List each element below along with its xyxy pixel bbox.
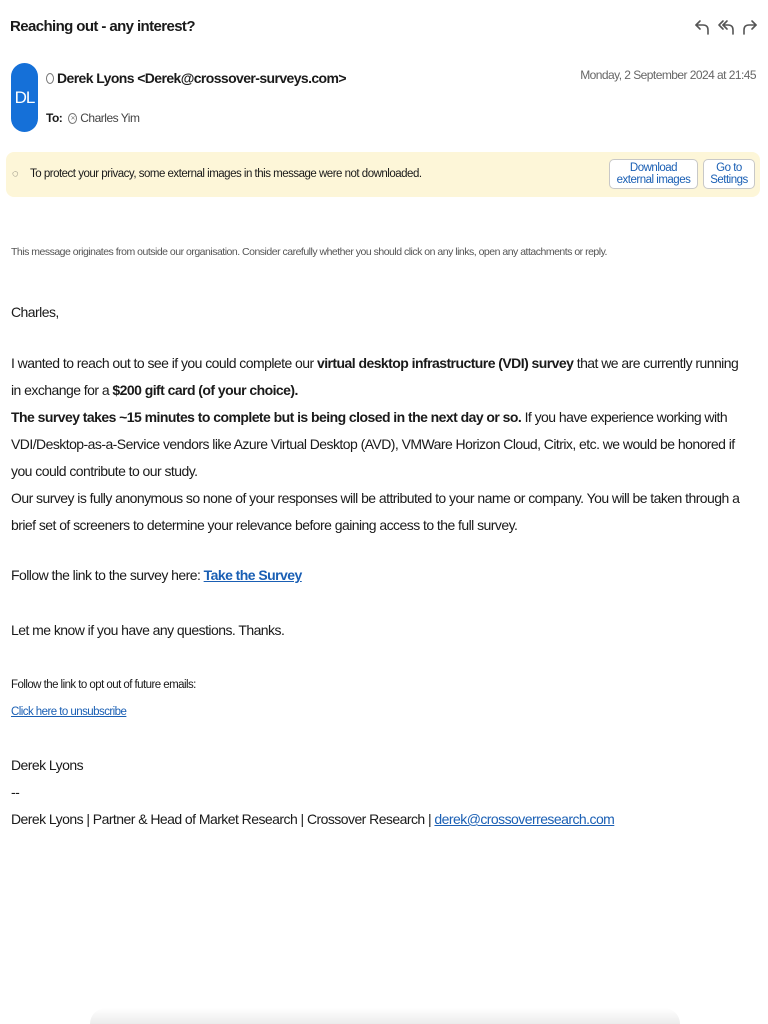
signature-email-link[interactable]: derek@crossoverresearch.com — [434, 811, 614, 827]
privacy-banner: ◌ To protect your privacy, some external… — [6, 152, 760, 197]
optout-text: Follow the link to opt out of future ema… — [11, 679, 196, 691]
signature-separator: -- — [11, 784, 20, 800]
signature-line: Derek Lyons | Partner & Head of Market R… — [11, 811, 615, 827]
paragraph-timing: The survey takes ~15 minutes to complete… — [11, 409, 735, 479]
reply-all-icon — [718, 20, 734, 35]
external-disclaimer: This message originates from outside our… — [11, 246, 607, 258]
recipient-chip[interactable]: ✕ Charles Yim — [68, 111, 140, 125]
sender-line[interactable]: Derek Lyons <Derek@crossover-surveys.com… — [46, 70, 347, 86]
download-external-images-button[interactable]: Download external images — [609, 159, 698, 189]
paragraph-questions: Let me know if you have any questions. T… — [11, 622, 285, 638]
recipient-line: To: ✕ Charles Yim — [46, 111, 140, 125]
reply-bar-shadow — [90, 1008, 680, 1024]
reply-button[interactable] — [692, 16, 712, 38]
paragraph-anonymity: Our survey is fully anonymous so none of… — [11, 490, 740, 533]
privacy-banner-text: To protect your privacy, some external i… — [30, 168, 422, 180]
greeting: Charles, — [11, 304, 59, 320]
contact-icon: ✕ — [68, 112, 78, 124]
go-to-settings-button[interactable]: Go to Settings — [703, 159, 755, 189]
unsubscribe-row: Click here to unsubscribe — [11, 699, 751, 725]
reply-icon — [695, 20, 709, 35]
email-subject: Reaching out - any interest? — [10, 18, 196, 35]
sender-avatar: DL — [11, 63, 38, 132]
signature-name: Derek Lyons — [11, 757, 84, 773]
message-actions — [692, 16, 760, 38]
reply-all-button[interactable] — [716, 16, 736, 38]
forward-button[interactable] — [740, 16, 760, 38]
paragraph-survey-link: Follow the link to the survey here: Take… — [11, 567, 303, 583]
to-label: To: — [46, 111, 63, 125]
blocked-images-icon: ◌ — [12, 168, 19, 180]
take-the-survey-link[interactable]: Take the Survey — [204, 567, 303, 583]
unsubscribe-link[interactable]: Click here to unsubscribe — [11, 706, 127, 718]
presence-icon — [46, 72, 54, 84]
sender-name[interactable]: Derek Lyons <Derek@crossover-surveys.com… — [57, 70, 347, 86]
forward-icon — [743, 20, 757, 35]
paragraph-offer: I wanted to reach out to see if you coul… — [11, 355, 739, 398]
sent-date: Monday, 2 September 2024 at 21:45 — [580, 68, 756, 82]
recipient-name[interactable]: Charles Yim — [80, 111, 140, 125]
